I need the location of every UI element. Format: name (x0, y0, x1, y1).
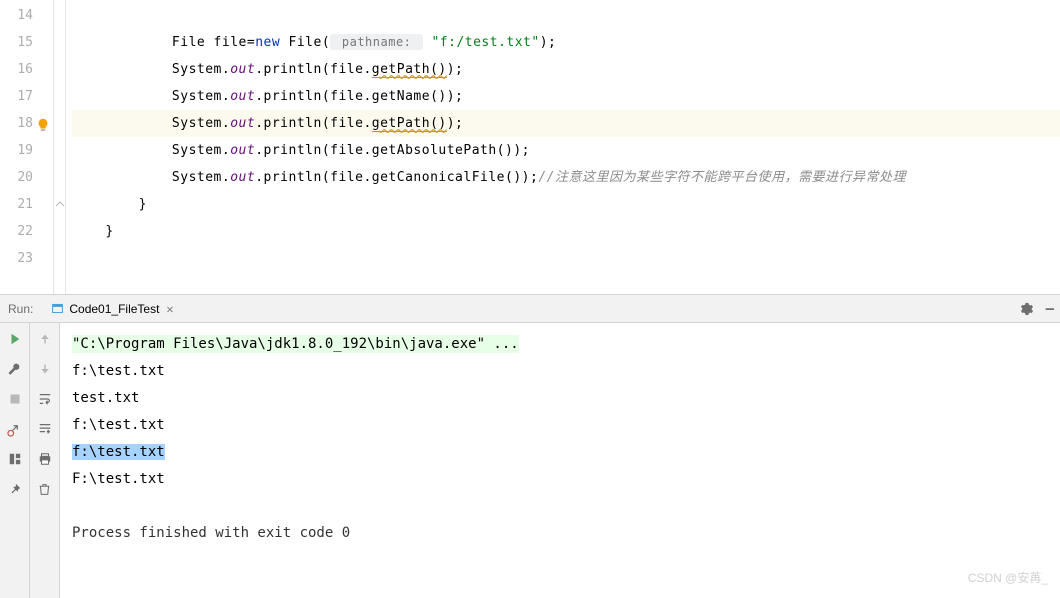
print-icon[interactable] (37, 451, 53, 467)
wrench-icon[interactable] (7, 361, 23, 377)
line-number[interactable]: 17 (0, 83, 53, 110)
header-icons: — (1020, 301, 1054, 317)
code-area[interactable]: File file=new File( pathname: "f:/test.t… (66, 0, 1060, 294)
console-line: test.txt (72, 385, 1048, 412)
layout-icon[interactable] (7, 451, 23, 467)
arrow-up-icon[interactable] (37, 331, 53, 347)
code-line[interactable]: System.out.println(file.getAbsolutePath(… (72, 137, 1060, 164)
run-toolbar-primary (0, 323, 30, 598)
run-header: Run: Code01_FileTest ✕ — (0, 295, 1060, 323)
code-line[interactable]: System.out.println(file.getName()); (72, 83, 1060, 110)
app-icon (51, 302, 64, 315)
soft-wrap-icon[interactable] (37, 391, 53, 407)
stop-icon[interactable] (7, 391, 23, 407)
console-line: f:\test.txt (72, 358, 1048, 385)
console-line (72, 493, 1048, 520)
pin-icon[interactable] (7, 481, 23, 497)
gear-icon[interactable] (1020, 302, 1034, 316)
console-line: f:\test.txt (72, 439, 1048, 466)
line-number[interactable]: 23 (0, 245, 53, 272)
run-icon[interactable] (7, 331, 23, 347)
line-number[interactable]: 20 (0, 164, 53, 191)
gutter: 14151617181920212223 (0, 0, 54, 294)
line-number[interactable]: 16 (0, 56, 53, 83)
console-output[interactable]: "C:\Program Files\Java\jdk1.8.0_192\bin\… (60, 323, 1060, 598)
scroll-to-end-icon[interactable] (37, 421, 53, 437)
watermark: CSDN @安苒_ (968, 565, 1048, 592)
debug-stop-icon[interactable] (7, 421, 23, 437)
console-line: Process finished with exit code 0 (72, 520, 1048, 547)
minimize-icon[interactable]: — (1046, 301, 1054, 317)
run-panel: Run: Code01_FileTest ✕ — "C (0, 295, 1060, 598)
console-line: f:\test.txt (72, 412, 1048, 439)
run-body: "C:\Program Files\Java\jdk1.8.0_192\bin\… (0, 323, 1060, 598)
trash-icon[interactable] (37, 481, 53, 497)
close-icon[interactable]: ✕ (166, 302, 173, 316)
code-line[interactable] (72, 245, 1060, 272)
editor-area: 14151617181920212223 File file=new File(… (0, 0, 1060, 295)
fold-marker-icon[interactable] (55, 199, 65, 212)
fold-column (54, 0, 66, 294)
code-line[interactable]: System.out.println(file.getCanonicalFile… (72, 164, 1060, 191)
console-line: F:\test.txt (72, 466, 1048, 493)
console-line: "C:\Program Files\Java\jdk1.8.0_192\bin\… (72, 331, 1048, 358)
code-line[interactable] (72, 2, 1060, 29)
line-number[interactable]: 19 (0, 137, 53, 164)
run-label: Run: (8, 302, 33, 316)
code-line[interactable]: } (72, 191, 1060, 218)
run-tab[interactable]: Code01_FileTest ✕ (43, 295, 181, 322)
run-tab-name: Code01_FileTest (69, 302, 159, 316)
line-number[interactable]: 22 (0, 218, 53, 245)
code-line[interactable]: } (72, 218, 1060, 245)
code-line[interactable]: System.out.println(file.getPath()); (72, 56, 1060, 83)
line-number[interactable]: 21 (0, 191, 53, 218)
line-number[interactable]: 18 (0, 110, 53, 137)
arrow-down-icon[interactable] (37, 361, 53, 377)
bulb-icon[interactable] (36, 115, 50, 129)
line-number[interactable]: 15 (0, 29, 53, 56)
code-line[interactable]: System.out.println(file.getPath()); (72, 110, 1060, 137)
line-number[interactable]: 14 (0, 2, 53, 29)
run-toolbar-secondary (30, 323, 60, 598)
code-line[interactable]: File file=new File( pathname: "f:/test.t… (72, 29, 1060, 56)
